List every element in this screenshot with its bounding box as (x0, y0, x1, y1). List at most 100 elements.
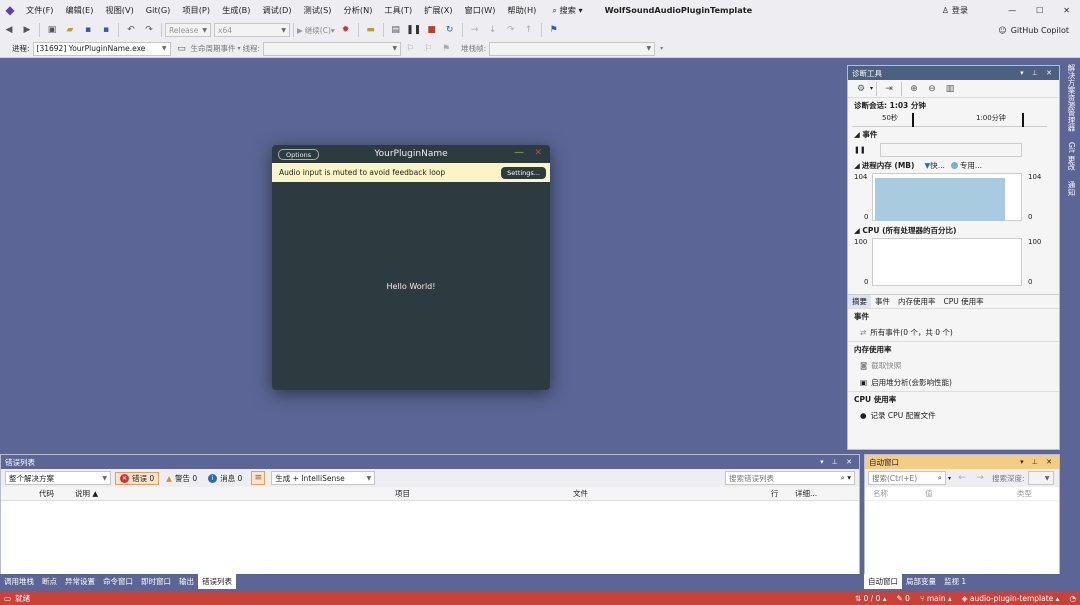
menu-tools[interactable]: 工具(T) (378, 4, 418, 16)
menu-window[interactable]: 窗口(W) (459, 4, 502, 16)
tab-immediate-window[interactable]: 即时窗口 (137, 574, 175, 589)
pause-icon[interactable]: ❚❚ (406, 23, 421, 37)
step-over-icon[interactable]: ↷ (504, 23, 518, 37)
timeline-marker[interactable] (1022, 113, 1024, 127)
thread-select[interactable]: ▼ (263, 41, 402, 56)
tab-notifications[interactable]: 通知 (1067, 181, 1076, 196)
bug-icon[interactable]: ✹ (339, 23, 353, 37)
error-search-input[interactable]: 搜索错误列表 ⌕ ▾ (725, 471, 855, 485)
scope-select[interactable]: 整个解决方案 ▼ (5, 471, 111, 485)
all-events-link[interactable]: ⇄ 所有事件(0 个，共 0 个) (848, 324, 1059, 341)
thread-filter-icon[interactable]: ⚑ (439, 42, 453, 56)
col-file[interactable]: 文件 (573, 488, 771, 499)
settings-button[interactable]: Settings... (501, 166, 546, 179)
close-button[interactable]: ✕ (1063, 6, 1070, 15)
cpu-graph[interactable]: 100 0 100 0 (848, 238, 1059, 288)
errors-filter-button[interactable]: ✕ 错误 0 (115, 471, 160, 485)
zoom-out-icon[interactable]: ⊖ (925, 82, 939, 96)
menu-analyze[interactable]: 分析(N) (338, 4, 379, 16)
record-cpu-button[interactable]: ● 记录 CPU 配置文件 (848, 407, 1059, 424)
stop-icon[interactable]: ■ (425, 23, 439, 37)
window-icon[interactable]: ▤ (389, 23, 403, 37)
undo-icon[interactable]: ↶ (124, 23, 138, 37)
menu-build[interactable]: 生成(B) (216, 4, 256, 16)
configuration-select[interactable]: Release ▼ (165, 23, 211, 37)
menu-git[interactable]: Git(G) (140, 5, 177, 15)
messages-filter-button[interactable]: i 消息 0 (204, 472, 246, 485)
search-depth-select[interactable]: ▼ (1027, 471, 1054, 485)
tab-summary[interactable]: 摘要 (848, 295, 871, 308)
branch-selector[interactable]: ⑂ main ▴ (920, 594, 952, 603)
autos-search-input[interactable]: 搜索(Ctrl+E) ⌕ (868, 471, 946, 485)
lifecycle-events-icon[interactable]: ▭ (175, 42, 189, 56)
options-button[interactable]: Options (278, 149, 320, 160)
filter-icon[interactable]: ≡ (251, 471, 266, 485)
tab-autos[interactable]: 自动窗口 (864, 573, 902, 589)
line-counter[interactable]: ⇅ 0 / 0 ▴ (855, 594, 887, 603)
back-icon[interactable]: ← (955, 471, 969, 485)
process-select[interactable]: [31692] YourPluginName.exe ▼ (32, 41, 171, 56)
export-icon[interactable]: ⇥ (882, 82, 896, 96)
search-button[interactable]: ⌕ 搜索 ▾ (546, 4, 588, 16)
save-icon[interactable]: ▪ (81, 23, 95, 37)
menu-view[interactable]: 视图(V) (99, 4, 139, 16)
tab-output[interactable]: 输出 (175, 574, 198, 589)
tab-memory[interactable]: 内存使用率 (894, 295, 940, 308)
save-all-icon[interactable]: ▪ (99, 23, 113, 37)
gear-icon[interactable]: ⚙ (854, 82, 868, 96)
show-next-statement-icon[interactable]: → (468, 23, 482, 37)
plugin-close-icon[interactable]: ✕ (534, 148, 542, 158)
open-folder-icon[interactable]: ▰ (63, 23, 77, 37)
tab-error-list[interactable]: 错误列表 (198, 573, 236, 589)
tab-exception-settings[interactable]: 异常设置 (61, 574, 99, 589)
menu-extensions[interactable]: 扩展(X) (418, 4, 458, 16)
repo-selector[interactable]: ◈ audio-plugin-template ▴ (962, 594, 1060, 603)
toolbar-overflow-icon[interactable]: ▾ (660, 45, 663, 52)
plugin-minimize-icon[interactable]: — (514, 147, 524, 158)
col-value[interactable]: 值 (925, 488, 1017, 499)
col-line[interactable]: 行 (771, 488, 795, 499)
maximize-button[interactable]: ☐ (1036, 6, 1043, 15)
menu-help[interactable]: 帮助(H) (501, 4, 542, 16)
stackframe-select[interactable]: ▼ (489, 41, 656, 56)
restart-icon[interactable]: ↻ (443, 23, 457, 37)
forward-icon[interactable]: → (973, 471, 987, 485)
forward-icon[interactable]: ▶ (20, 23, 34, 37)
github-copilot-button[interactable]: ☺ GitHub Copilot (998, 26, 1069, 35)
panel-controls[interactable]: ▾ ⊥ ✕ (820, 458, 855, 466)
notifications-icon[interactable]: ◔ (1069, 594, 1076, 603)
menu-file[interactable]: 文件(F) (20, 4, 59, 16)
timeline-ruler[interactable]: 50秒 1:00分钟 (852, 113, 1047, 127)
build-source-select[interactable]: 生成 + IntelliSense ▼ (271, 471, 376, 485)
timeline-marker[interactable] (912, 113, 914, 127)
tab-call-stack[interactable]: 调用堆栈 (0, 574, 38, 589)
minimize-button[interactable]: — (1008, 6, 1016, 15)
login-link[interactable]: ♙ 登录 (942, 4, 968, 16)
events-lane[interactable] (879, 143, 1022, 157)
tab-command-window[interactable]: 命令窗口 (99, 574, 137, 589)
new-project-icon[interactable]: ▣ (45, 23, 59, 37)
pause-icon[interactable]: ❚❚ (854, 146, 866, 154)
panel-controls[interactable]: ▾ ⊥ ✕ (1020, 69, 1055, 77)
col-description[interactable]: 说明 ▲ (75, 488, 395, 499)
tab-cpu[interactable]: CPU 使用率 (940, 295, 988, 308)
tab-watch-1[interactable]: 监视 1 (940, 574, 970, 589)
take-snapshot-button[interactable]: ◙ 截取快照 (848, 357, 1059, 374)
flag-icon[interactable]: ⚐ (403, 42, 417, 56)
platform-select[interactable]: x64 ▼ (214, 23, 290, 37)
flag-filter-icon[interactable]: ⚐ (421, 42, 435, 56)
lifecycle-events-button[interactable]: 生命周期事件 (191, 43, 236, 54)
back-icon[interactable]: ◀ (2, 23, 16, 37)
continue-button[interactable]: ▶ 继续(C) ▾ (297, 25, 335, 36)
panel-controls[interactable]: ▾ ⊥ ✕ (1020, 458, 1055, 466)
redo-icon[interactable]: ↷ (142, 23, 156, 37)
step-into-icon[interactable]: ↓ (486, 23, 500, 37)
tab-breakpoints[interactable]: 断点 (38, 574, 61, 589)
step-out-icon[interactable]: ↑ (522, 23, 536, 37)
zoom-in-icon[interactable]: ⊕ (907, 82, 921, 96)
tab-events[interactable]: 事件 (871, 295, 894, 308)
menu-project[interactable]: 项目(P) (176, 4, 216, 16)
reset-view-icon[interactable]: ▥ (943, 82, 957, 96)
tab-git-changes[interactable]: Git 更改 (1067, 142, 1076, 170)
col-type[interactable]: 类型 (1017, 488, 1032, 499)
